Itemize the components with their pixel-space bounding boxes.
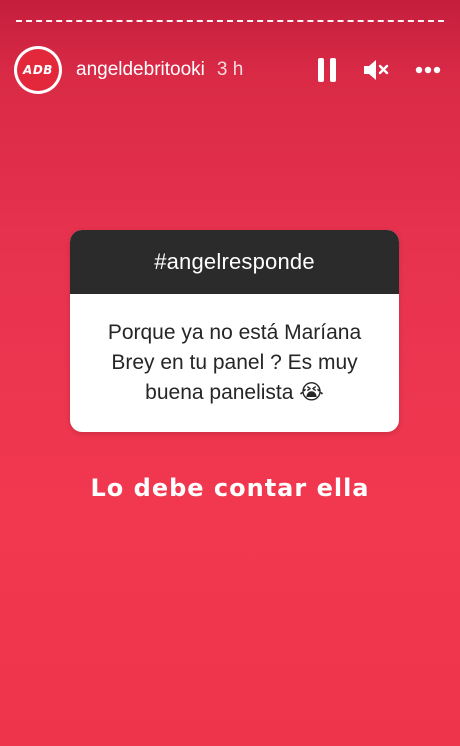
question-sticker-body: Porque ya no está Maríana Brey en tu pan… [70, 294, 399, 432]
post-time: 3 h [216, 59, 244, 80]
story-header: ADB angeldebritooki 3 h [14, 44, 446, 96]
pause-icon[interactable] [314, 57, 340, 83]
story-controls [314, 57, 446, 83]
mute-icon[interactable] [362, 57, 390, 83]
story-view[interactable]: ADB angeldebritooki 3 h #angelresponde P… [0, 0, 460, 746]
question-sticker-title: #angelresponde [70, 230, 399, 294]
answer-text: Lo debe contar ella [90, 474, 370, 502]
username[interactable]: angeldebritooki [76, 59, 205, 81]
question-sticker[interactable]: #angelresponde Porque ya no está Maríana… [70, 230, 399, 432]
story-progress-bar [16, 20, 444, 22]
avatar-logo: ADB [17, 49, 59, 91]
question-text: Porque ya no está Maríana Brey en tu pan… [107, 321, 362, 404]
avatar[interactable]: ADB [14, 46, 62, 94]
more-icon[interactable] [414, 57, 442, 83]
